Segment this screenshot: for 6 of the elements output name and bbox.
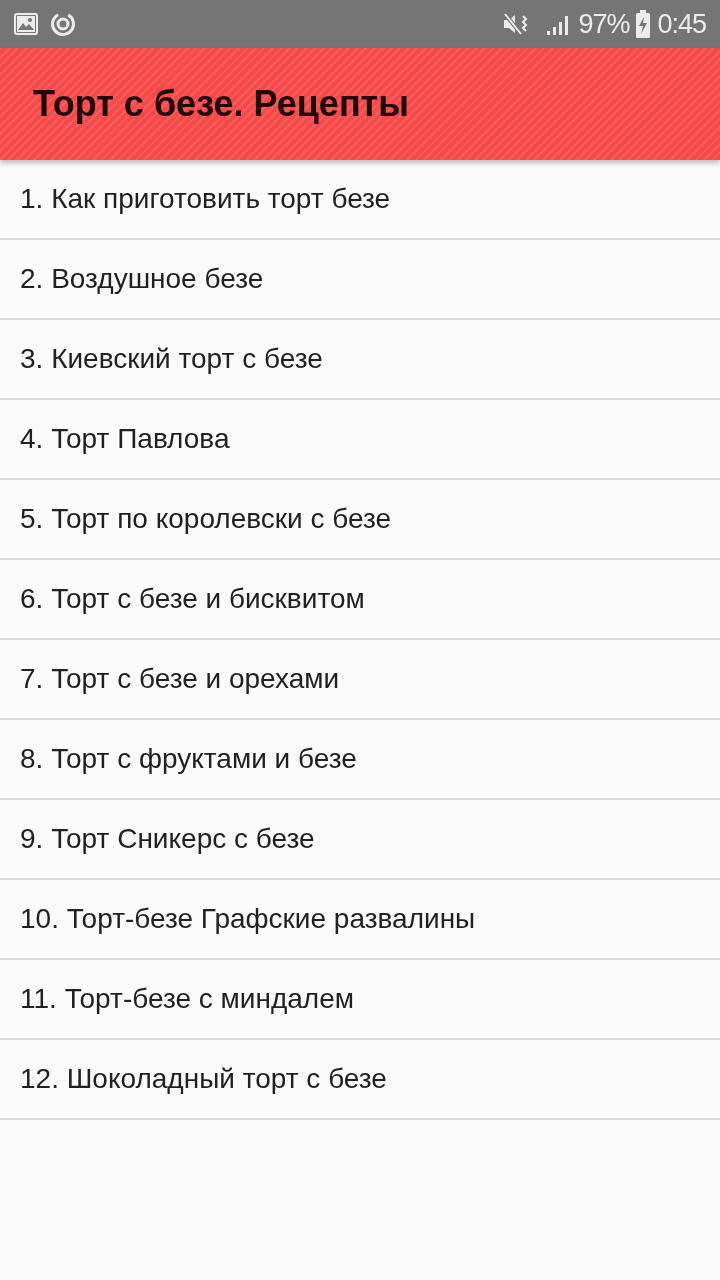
battery-charging-icon (635, 10, 652, 38)
image-icon (14, 13, 38, 35)
app-title: Торт с безе. Рецепты (33, 86, 409, 122)
battery-percent: 97% (578, 10, 630, 38)
clock-time: 0:45 (657, 10, 706, 38)
sync-icon (50, 11, 76, 37)
